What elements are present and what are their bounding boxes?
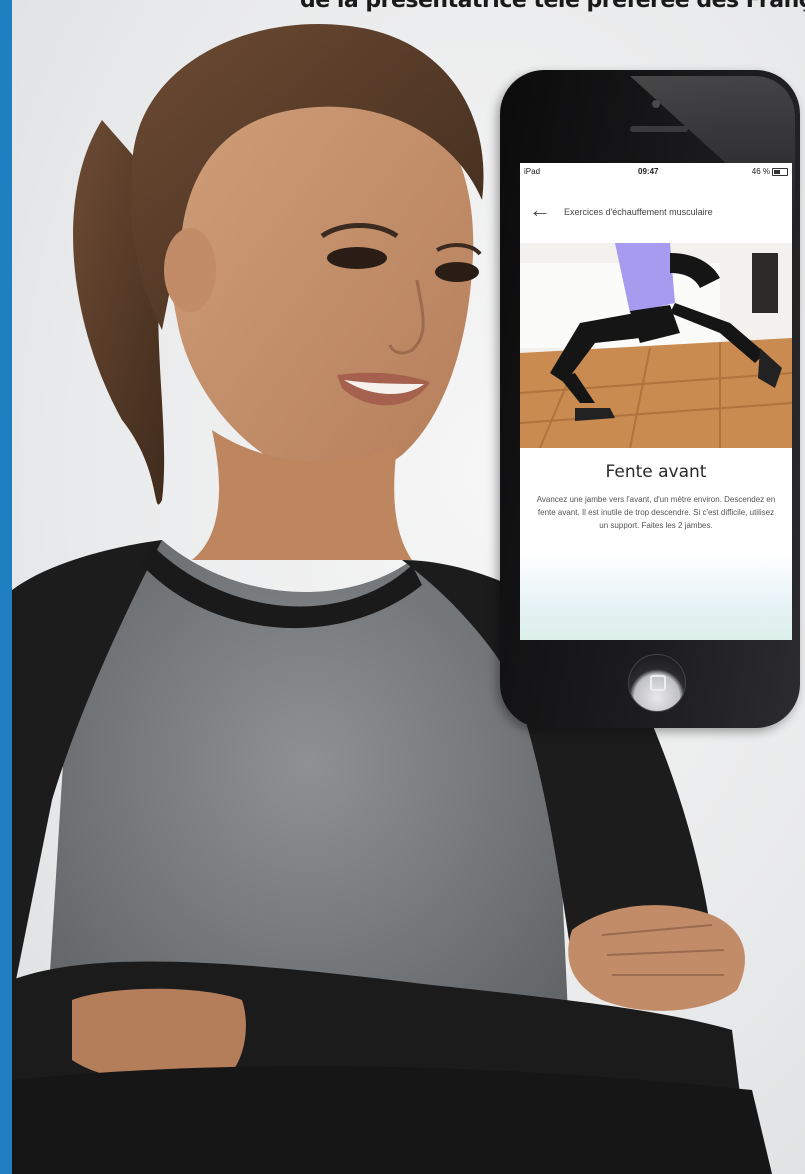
battery-label: 46 %	[751, 167, 770, 176]
nav-title: Exercices d'échauffement musculaire	[564, 207, 713, 217]
carrier-label: iPad	[524, 167, 541, 176]
exercise-photo	[520, 243, 792, 448]
status-time: 09:47	[638, 167, 659, 176]
status-bar: iPad 09:47 46 %	[520, 163, 792, 181]
smartphone: iPad 09:47 46 % ← Exercices d'échauffeme…	[500, 70, 800, 728]
exercise-description: Avancez une jambe vers l'avant, d'un mèt…	[536, 495, 776, 530]
camera-icon	[652, 100, 660, 108]
accent-bar	[0, 0, 12, 1174]
home-button[interactable]	[628, 654, 686, 712]
nav-bar: ← Exercices d'échauffement musculaire	[520, 193, 792, 229]
exercise-card: Fente avant Avancez une jambe vers l'ava…	[520, 448, 792, 640]
home-square-icon	[650, 675, 666, 691]
speaker-grille	[630, 126, 688, 132]
battery-icon	[772, 168, 788, 176]
arrow-left-icon[interactable]: ←	[528, 199, 552, 223]
phone-screen: iPad 09:47 46 % ← Exercices d'échauffeme…	[520, 163, 792, 640]
exercise-title: Fente avant	[605, 462, 707, 482]
